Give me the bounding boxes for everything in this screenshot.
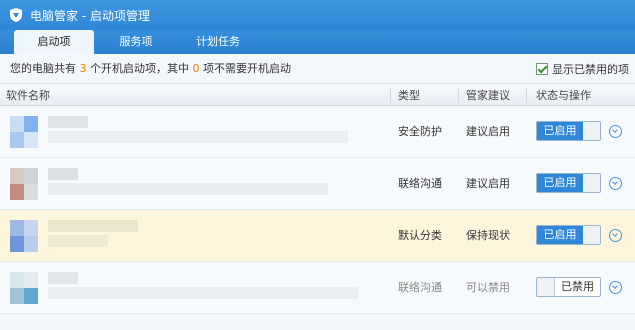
row-advice: 可以禁用 xyxy=(466,281,510,294)
title-bar: 电脑管家 - 启动项管理 xyxy=(0,0,635,30)
state-label: 已启用 xyxy=(537,174,583,192)
summary-suffix: 项不需要开机启动 xyxy=(199,62,291,75)
state-label: 已启用 xyxy=(537,122,583,140)
summary-total-count: 3 xyxy=(79,62,87,75)
header-name: 软件名称 xyxy=(6,89,50,102)
show-disabled-label: 显示已禁用的项 xyxy=(552,62,629,76)
chevron-down-icon[interactable] xyxy=(609,281,622,294)
guard-shield-icon xyxy=(10,8,22,22)
summary-mid: 个开机启动项，其中 xyxy=(86,62,193,75)
header-divider xyxy=(526,88,527,103)
header-type: 类型 xyxy=(398,89,420,102)
table-header: 软件名称 类型 管家建议 状态与操作 xyxy=(0,85,635,106)
state-label: 已禁用 xyxy=(554,278,600,296)
row-advice: 建议启用 xyxy=(466,125,510,138)
table-row[interactable]: 联络沟通 建议启用 已启用 xyxy=(0,158,635,210)
row-type: 默认分类 xyxy=(398,229,442,242)
table-row[interactable]: 安全防护 建议启用 已启用 xyxy=(0,106,635,158)
state-label: 已启用 xyxy=(537,226,583,244)
chevron-down-icon[interactable] xyxy=(609,125,622,138)
show-disabled-toggle[interactable]: 显示已禁用的项 xyxy=(536,54,629,83)
summary-prefix: 您的电脑共有 xyxy=(10,62,80,75)
info-bar: 您的电脑共有 3 个开机启动项，其中 0 项不需要开机启动 显示已禁用的项 xyxy=(0,54,635,84)
row-advice: 保持现状 xyxy=(466,229,510,242)
summary-unneeded-count: 0 xyxy=(192,62,200,75)
show-disabled-checkbox[interactable] xyxy=(536,62,548,75)
chevron-down-icon[interactable] xyxy=(609,229,622,242)
state-toggle-button[interactable]: 已启用 xyxy=(536,173,601,193)
state-toggle-button[interactable]: 已禁用 xyxy=(536,277,601,297)
state-toggle-button[interactable]: 已启用 xyxy=(536,225,601,245)
row-advice: 建议启用 xyxy=(466,177,510,190)
startup-summary: 您的电脑共有 3 个开机启动项，其中 0 项不需要开机启动 xyxy=(10,54,291,83)
app-icon xyxy=(10,116,38,148)
tab-bar: 启动项 服务项 计划任务 xyxy=(0,30,635,54)
row-type: 联络沟通 xyxy=(398,281,442,294)
tab-services[interactable]: 服务项 xyxy=(96,30,176,54)
app-icon xyxy=(10,220,38,252)
app-icon xyxy=(10,272,38,304)
header-divider xyxy=(458,88,459,103)
header-advice: 管家建议 xyxy=(466,89,510,102)
chevron-down-icon[interactable] xyxy=(609,177,622,190)
state-toggle-button[interactable]: 已启用 xyxy=(536,121,601,141)
row-type: 联络沟通 xyxy=(398,177,442,190)
header-state: 状态与操作 xyxy=(536,89,591,102)
window-title: 电脑管家 - 启动项管理 xyxy=(30,8,150,23)
header-divider xyxy=(390,88,391,103)
table-row[interactable]: 默认分类 保持现状 已启用 xyxy=(0,210,635,262)
row-type: 安全防护 xyxy=(398,125,442,138)
app-icon xyxy=(10,168,38,200)
tab-scheduled-tasks[interactable]: 计划任务 xyxy=(178,30,258,54)
table-row[interactable]: 联络沟通 可以禁用 已禁用 xyxy=(0,262,635,314)
tab-startup[interactable]: 启动项 xyxy=(14,30,94,54)
